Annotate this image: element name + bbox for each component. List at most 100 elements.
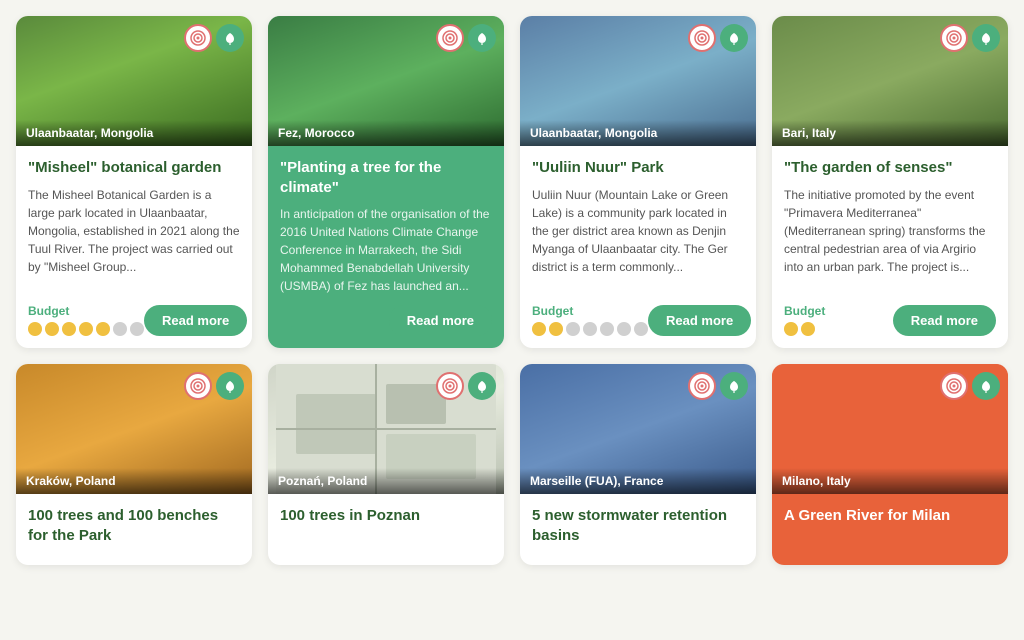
card-image-100trees: Kraków, Poland: [16, 364, 252, 494]
budget-dot-6: [130, 322, 144, 336]
card-poznan: Poznań, Poland 100 trees in Poznan: [268, 364, 504, 565]
budget-label-misheel: Budget: [28, 304, 144, 318]
budget-dot-3: [583, 322, 597, 336]
read-more-button-garden-senses[interactable]: Read more: [893, 305, 996, 336]
target-icon: [940, 372, 968, 400]
card-marseille: Marseille (FUA), France 5 new stormwater…: [520, 364, 756, 565]
budget-dots-garden-senses: [784, 322, 825, 336]
budget-dot-4: [96, 322, 110, 336]
card-body-marseille: 5 new stormwater retention basins: [520, 494, 756, 565]
card-icons-garden-senses: [940, 24, 1000, 52]
card-location-garden-senses: Bari, Italy: [772, 120, 1008, 146]
budget-dot-2: [62, 322, 76, 336]
budget-dot-4: [600, 322, 614, 336]
budget-dots-misheel: [28, 322, 144, 336]
card-image-uuliin: Ulaanbaatar, Mongolia: [520, 16, 756, 146]
budget-section-garden-senses: Budget: [784, 304, 825, 336]
leaf-icon: [216, 372, 244, 400]
target-icon: [436, 24, 464, 52]
leaf-icon: [468, 372, 496, 400]
budget-dot-1: [549, 322, 563, 336]
budget-label-garden-senses: Budget: [784, 304, 825, 318]
target-icon: [184, 372, 212, 400]
card-garden-senses: Bari, Italy "The garden of senses" The in…: [772, 16, 1008, 348]
leaf-icon: [216, 24, 244, 52]
card-title-100trees: 100 trees and 100 benches for the Park: [28, 506, 240, 545]
card-body-poznan: 100 trees in Poznan: [268, 494, 504, 565]
budget-dots-uuliin: [532, 322, 648, 336]
card-footer-misheel: BudgetRead more: [28, 304, 240, 336]
card-grid: Ulaanbaatar, Mongolia "Misheel" botanica…: [16, 16, 1008, 565]
leaf-icon: [720, 372, 748, 400]
card-title-garden-senses: "The garden of senses": [784, 158, 996, 178]
budget-section-misheel: Budget: [28, 304, 144, 336]
card-icons-uuliin: [688, 24, 748, 52]
card-100trees: Kraków, Poland 100 trees and 100 benches…: [16, 364, 252, 565]
card-body-garden-senses: "The garden of senses" The initiative pro…: [772, 146, 1008, 348]
card-body-100trees: 100 trees and 100 benches for the Park: [16, 494, 252, 565]
card-icons-marseille: [688, 372, 748, 400]
budget-dot-5: [617, 322, 631, 336]
leaf-icon: [972, 24, 1000, 52]
target-icon: [184, 24, 212, 52]
card-body-milan: A Green River for Milan: [772, 494, 1008, 565]
card-uuliin: Ulaanbaatar, Mongolia "Uuliin Nuur" Park…: [520, 16, 756, 348]
target-icon: [940, 24, 968, 52]
target-icon: [436, 372, 464, 400]
target-icon: [688, 372, 716, 400]
card-location-poznan: Poznań, Poland: [268, 468, 504, 494]
card-planting: Fez, Morocco "Planting a tree for the cl…: [268, 16, 504, 348]
card-desc-planting: In anticipation of the organisation of t…: [280, 205, 492, 295]
card-desc-uuliin: Uuliin Nuur (Mountain Lake or Green Lake…: [532, 186, 744, 295]
card-title-planting: "Planting a tree for the climate": [280, 158, 492, 197]
card-title-marseille: 5 new stormwater retention basins: [532, 506, 744, 545]
budget-dot-5: [113, 322, 127, 336]
card-icons-poznan: [436, 372, 496, 400]
card-image-garden-senses: Bari, Italy: [772, 16, 1008, 146]
card-title-poznan: 100 trees in Poznan: [280, 506, 492, 526]
read-more-button-uuliin[interactable]: Read more: [648, 305, 751, 336]
budget-dot-1: [45, 322, 59, 336]
budget-dot-2: [566, 322, 580, 336]
card-image-poznan: Poznań, Poland: [268, 364, 504, 494]
card-title-milan: A Green River for Milan: [784, 506, 996, 526]
card-icons-planting: [436, 24, 496, 52]
card-desc-misheel: The Misheel Botanical Garden is a large …: [28, 186, 240, 295]
card-location-milan: Milano, Italy: [772, 468, 1008, 494]
card-image-misheel: Ulaanbaatar, Mongolia: [16, 16, 252, 146]
budget-section-uuliin: Budget: [532, 304, 648, 336]
card-icons-100trees: [184, 372, 244, 400]
budget-dot-0: [532, 322, 546, 336]
card-location-misheel: Ulaanbaatar, Mongolia: [16, 120, 252, 146]
budget-dot-3: [79, 322, 93, 336]
read-more-button-misheel[interactable]: Read more: [144, 305, 247, 336]
card-milan: Milano, Italy A Green River for Milan: [772, 364, 1008, 565]
read-more-button-planting[interactable]: Read more: [389, 305, 492, 336]
card-location-marseille: Marseille (FUA), France: [520, 468, 756, 494]
card-title-uuliin: "Uuliin Nuur" Park: [532, 158, 744, 178]
leaf-icon: [972, 372, 1000, 400]
card-body-misheel: "Misheel" botanical garden The Misheel Bo…: [16, 146, 252, 348]
card-footer-garden-senses: Budget Read more: [784, 304, 996, 336]
budget-dot-0: [28, 322, 42, 336]
card-title-misheel: "Misheel" botanical garden: [28, 158, 240, 178]
card-icons-misheel: [184, 24, 244, 52]
card-footer-uuliin: BudgetRead more: [532, 304, 744, 336]
card-icons-milan: [940, 372, 1000, 400]
card-body-planting: "Planting a tree for the climate" In anti…: [268, 146, 504, 348]
card-location-100trees: Kraków, Poland: [16, 468, 252, 494]
card-image-marseille: Marseille (FUA), France: [520, 364, 756, 494]
budget-dot-6: [634, 322, 648, 336]
card-desc-garden-senses: The initiative promoted by the event "Pr…: [784, 186, 996, 295]
card-misheel: Ulaanbaatar, Mongolia "Misheel" botanica…: [16, 16, 252, 348]
leaf-icon: [468, 24, 496, 52]
card-image-planting: Fez, Morocco: [268, 16, 504, 146]
card-footer-planting: Read more: [280, 305, 492, 336]
leaf-icon: [720, 24, 748, 52]
budget-label-uuliin: Budget: [532, 304, 648, 318]
card-body-uuliin: "Uuliin Nuur" Park Uuliin Nuur (Mountain …: [520, 146, 756, 348]
card-location-planting: Fez, Morocco: [268, 120, 504, 146]
target-icon: [688, 24, 716, 52]
card-location-uuliin: Ulaanbaatar, Mongolia: [520, 120, 756, 146]
budget-dot-0: [784, 322, 798, 336]
